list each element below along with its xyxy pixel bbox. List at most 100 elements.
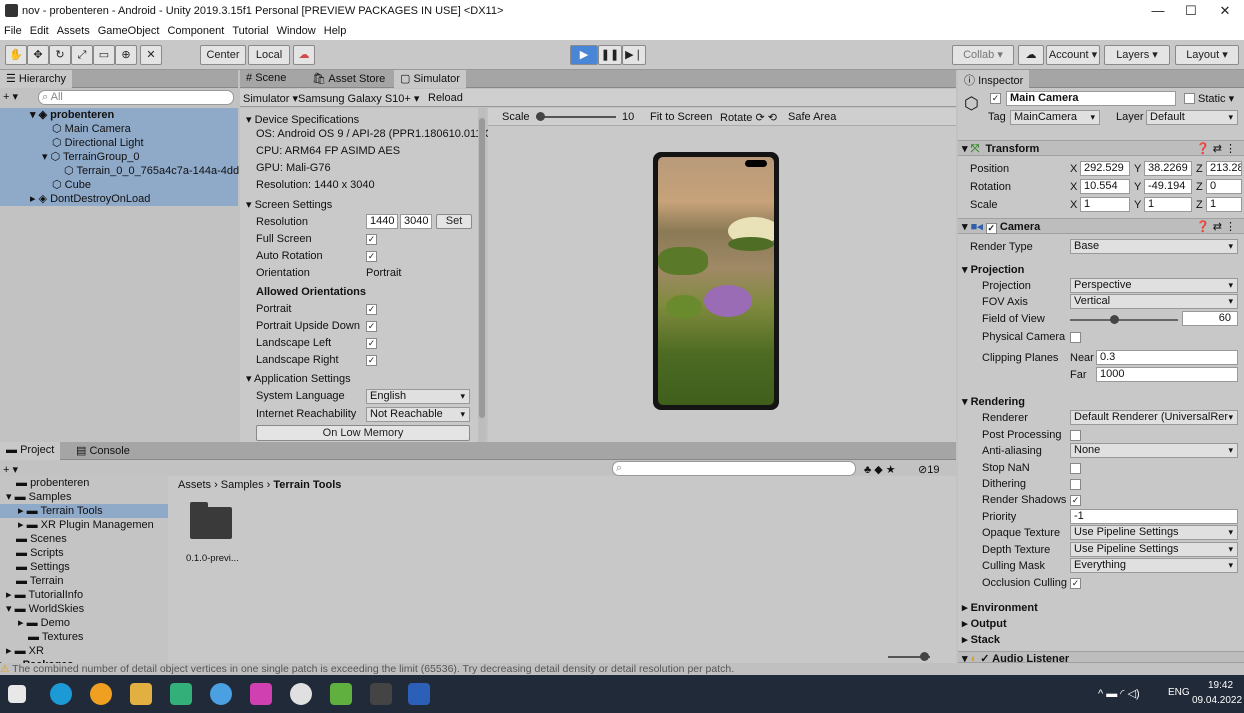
hierarchy-item-light[interactable]: ⬡ Directional Light bbox=[0, 136, 238, 150]
position-x-input[interactable]: 292.529 bbox=[1080, 161, 1130, 176]
menu-edit[interactable]: Edit bbox=[26, 22, 53, 37]
tag-select[interactable]: MainCamera bbox=[1010, 110, 1100, 125]
static-checkbox[interactable] bbox=[1184, 93, 1195, 104]
allowed-portrait-checkbox[interactable]: ✓ bbox=[366, 304, 377, 315]
safe-area-button[interactable]: Safe Area bbox=[788, 111, 836, 123]
layout-button[interactable]: Layout ▾ bbox=[1175, 45, 1239, 65]
move-tool-icon[interactable]: ✥ bbox=[27, 45, 49, 65]
project-item[interactable]: ▸ ▬ TutorialInfo bbox=[0, 588, 168, 602]
dithering-checkbox[interactable] bbox=[1070, 479, 1081, 490]
allowed-upside-down-checkbox[interactable]: ✓ bbox=[366, 321, 377, 332]
menu-gameobject[interactable]: GameObject bbox=[94, 22, 164, 37]
account-button[interactable]: Account ▾ bbox=[1046, 45, 1100, 65]
auto-rotation-checkbox[interactable]: ✓ bbox=[366, 251, 377, 262]
project-item[interactable]: ▬ Terrain bbox=[0, 574, 168, 588]
maximize-button[interactable]: ☐ bbox=[1178, 2, 1204, 20]
menu-component[interactable]: Component bbox=[163, 22, 228, 37]
folder-item[interactable] bbox=[188, 502, 234, 542]
render-type-select[interactable]: Base bbox=[1070, 239, 1238, 254]
breadcrumb-samples[interactable]: Samples bbox=[221, 479, 264, 491]
scale-y-input[interactable]: 1 bbox=[1144, 197, 1192, 212]
stack-section[interactable]: ▸ Stack bbox=[962, 633, 1000, 646]
word-icon[interactable] bbox=[408, 683, 430, 705]
project-search-input[interactable]: ⌕ bbox=[612, 461, 856, 476]
scale-slider-track[interactable] bbox=[536, 116, 616, 118]
tab-project[interactable]: ▬ Project bbox=[0, 442, 61, 460]
simulator-menu[interactable]: Simulator ▾ bbox=[243, 92, 298, 105]
tab-console[interactable]: ▤ Console bbox=[70, 442, 136, 460]
chrome-icon[interactable] bbox=[90, 683, 112, 705]
hierarchy-item-dontdestroy[interactable]: ▸ ◈ DontDestroyOnLoad bbox=[0, 192, 238, 206]
close-button[interactable]: ✕ bbox=[1212, 2, 1238, 20]
hierarchy-search-input[interactable]: ⌕ All bbox=[38, 90, 234, 105]
scale-slider-thumb[interactable] bbox=[536, 112, 545, 121]
custom-tool-icon[interactable]: ✕ bbox=[140, 45, 162, 65]
render-shadows-checkbox[interactable]: ✓ bbox=[1070, 495, 1081, 506]
language-indicator[interactable]: ENG bbox=[1168, 687, 1190, 698]
settings-scroll-thumb[interactable] bbox=[479, 118, 485, 418]
project-item[interactable]: ▬ Settings bbox=[0, 560, 168, 574]
renderer-select[interactable]: Default Renderer (UniversalRer bbox=[1070, 410, 1238, 425]
file-explorer-icon[interactable] bbox=[130, 683, 152, 705]
pivot-local-button[interactable]: Local bbox=[248, 45, 290, 65]
clock-date[interactable]: 09.04.2022 bbox=[1192, 695, 1242, 706]
scale-x-input[interactable]: 1 bbox=[1080, 197, 1130, 212]
audio-listener-header[interactable]: ▾ ◐ ✓ Audio Listener bbox=[958, 651, 1244, 663]
physical-camera-checkbox[interactable] bbox=[1070, 332, 1081, 343]
app-white-icon[interactable] bbox=[290, 683, 312, 705]
project-item[interactable]: ▬ probenteren bbox=[0, 476, 168, 490]
project-filter-icons[interactable]: ♣ ◆ ★ bbox=[864, 463, 896, 476]
tab-asset-store[interactable]: 🛍 Asset Store bbox=[306, 70, 391, 88]
system-language-select[interactable]: English bbox=[366, 389, 470, 404]
output-section[interactable]: ▸ Output bbox=[962, 617, 1007, 630]
menu-window[interactable]: Window bbox=[273, 22, 320, 37]
minimize-button[interactable]: — bbox=[1145, 2, 1171, 20]
app-green-icon[interactable] bbox=[330, 683, 352, 705]
pycharm-icon[interactable] bbox=[170, 683, 192, 705]
far-input[interactable]: 1000 bbox=[1096, 367, 1238, 382]
settings-scrollbar[interactable] bbox=[478, 108, 486, 442]
environment-section[interactable]: ▸ Environment bbox=[962, 601, 1038, 614]
tab-scene[interactable]: # Scene bbox=[240, 70, 292, 88]
transform-tool-icon[interactable]: ⊕ bbox=[115, 45, 137, 65]
set-resolution-button[interactable]: Set bbox=[436, 214, 472, 229]
transform-menu-icon[interactable]: ❓ ⇄ ⋮ bbox=[1196, 142, 1236, 155]
tab-inspector[interactable]: ⓘ Inspector bbox=[958, 70, 1030, 88]
hierarchy-item-main-camera[interactable]: ⬡ Main Camera bbox=[0, 122, 238, 136]
fov-slider-track[interactable] bbox=[1070, 319, 1178, 321]
menu-tutorial[interactable]: Tutorial bbox=[228, 22, 272, 37]
rect-tool-icon[interactable]: ▭ bbox=[93, 45, 115, 65]
scale-z-input[interactable]: 1 bbox=[1206, 197, 1242, 212]
rotation-x-input[interactable]: 10.554 bbox=[1080, 179, 1130, 194]
project-item[interactable]: ▸ ▬ XR Plugin Managemen bbox=[0, 518, 168, 532]
projection-select[interactable]: Perspective bbox=[1070, 278, 1238, 293]
project-item[interactable]: ▸ ▬ XR bbox=[0, 644, 168, 658]
culling-mask-select[interactable]: Everything bbox=[1070, 558, 1238, 573]
resolution-height-input[interactable]: 3040 bbox=[400, 214, 432, 229]
breadcrumb-assets[interactable]: Assets bbox=[178, 479, 211, 491]
depth-texture-select[interactable]: Use Pipeline Settings bbox=[1070, 542, 1238, 557]
hierarchy-item-terrain[interactable]: ⬡ Terrain_0_0_765a4c7a-144a-4dd bbox=[0, 164, 239, 178]
rotation-z-input[interactable]: 0 bbox=[1206, 179, 1242, 194]
post-processing-checkbox[interactable] bbox=[1070, 430, 1081, 441]
camera-menu-icon[interactable]: ❓ ⇄ ⋮ bbox=[1196, 220, 1236, 233]
rotate-tool-icon[interactable]: ↻ bbox=[49, 45, 71, 65]
priority-input[interactable]: -1 bbox=[1070, 509, 1238, 524]
allowed-landscape-right-checkbox[interactable]: ✓ bbox=[366, 355, 377, 366]
windows-start-icon[interactable] bbox=[8, 685, 26, 703]
anti-aliasing-select[interactable]: None bbox=[1070, 443, 1238, 458]
position-z-input[interactable]: 213.282 bbox=[1206, 161, 1242, 176]
app-settings-header[interactable]: ▾ Application Settings bbox=[246, 372, 351, 385]
edge-browser-icon[interactable] bbox=[50, 683, 72, 705]
projection-section[interactable]: ▾ Projection bbox=[962, 263, 1024, 276]
pause-button[interactable]: ❚❚ bbox=[598, 45, 622, 65]
fit-to-screen-button[interactable]: Fit to Screen bbox=[650, 111, 712, 123]
layer-select[interactable]: Default bbox=[1146, 110, 1238, 125]
scale-tool-icon[interactable]: ⤢ bbox=[71, 45, 93, 65]
fov-slider-thumb[interactable] bbox=[1110, 315, 1119, 324]
device-specs-header[interactable]: ▾ Device Specifications bbox=[246, 113, 359, 126]
near-input[interactable]: 0.3 bbox=[1096, 350, 1238, 365]
gameobject-name-input[interactable]: Main Camera bbox=[1006, 91, 1176, 106]
project-item[interactable]: ▾ ▬ WorldSkies bbox=[0, 602, 168, 616]
occlusion-culling-checkbox[interactable]: ✓ bbox=[1070, 578, 1081, 589]
